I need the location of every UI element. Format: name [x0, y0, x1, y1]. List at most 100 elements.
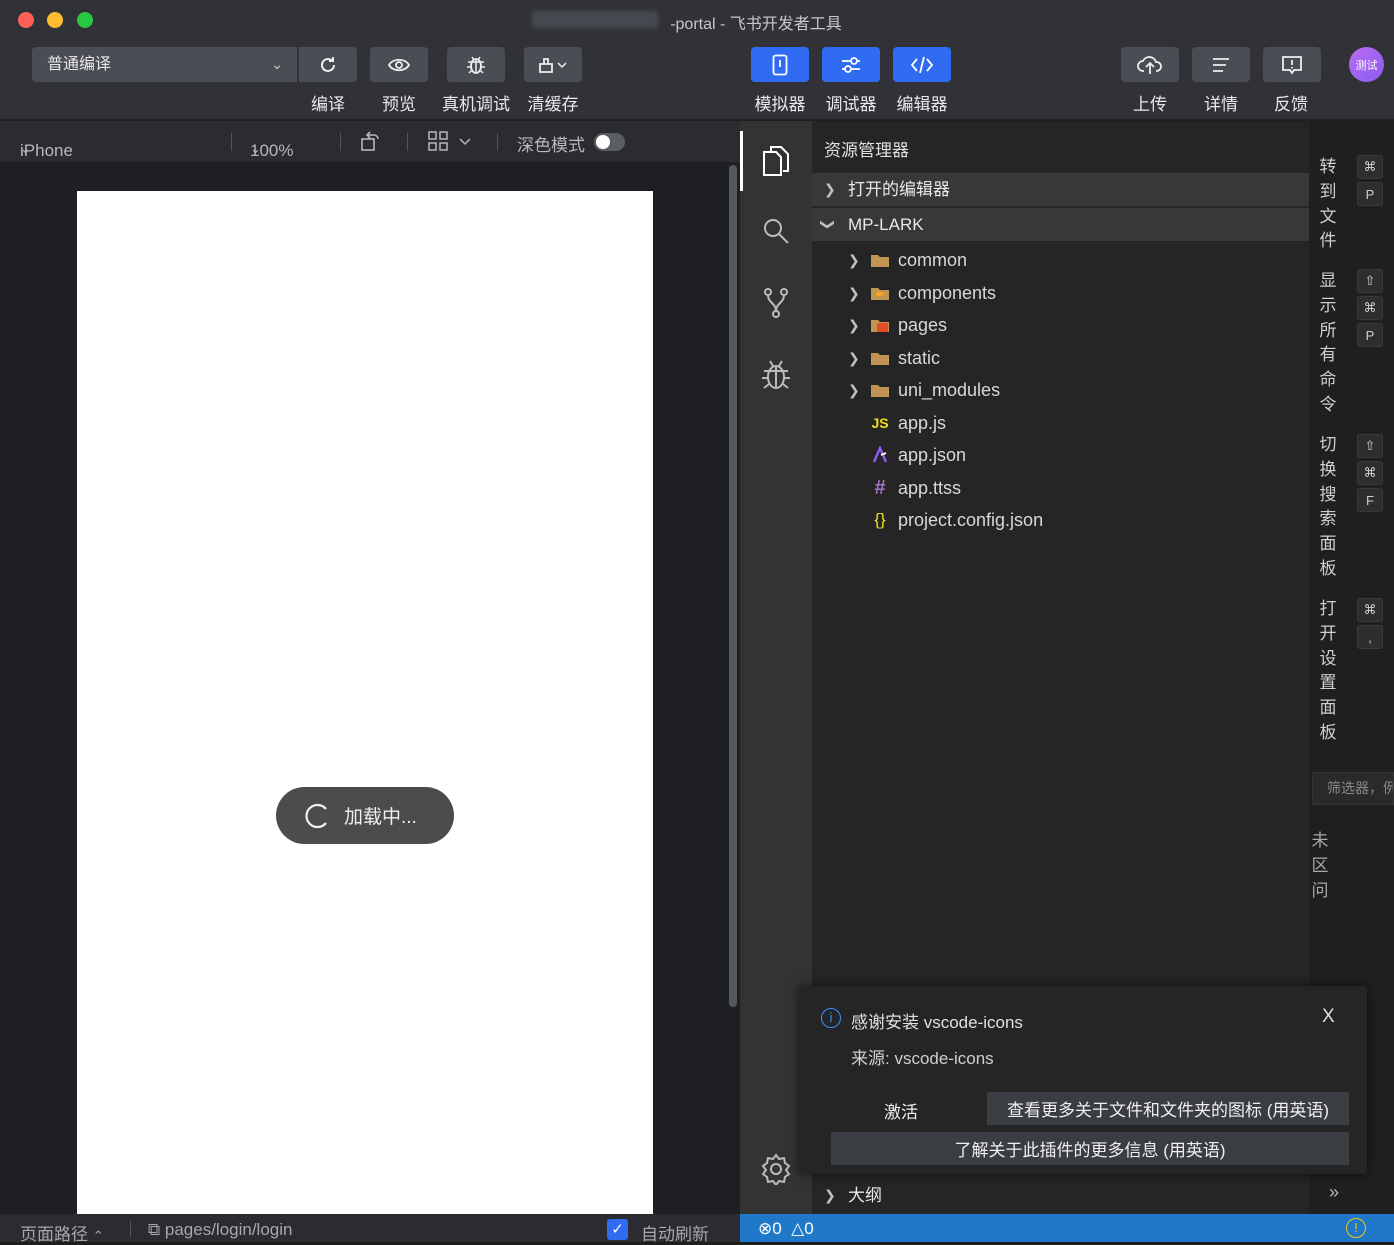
details-button[interactable]	[1192, 47, 1250, 82]
device-debug-button[interactable]	[447, 47, 505, 82]
compile-mode-select[interactable]: 普通编译 ⌄	[32, 47, 297, 82]
goto-file-hint: 转到文件	[1319, 157, 1337, 251]
pages-folder-icon	[870, 316, 890, 334]
notification-source: 来源: vscode-icons	[851, 1049, 994, 1068]
key-cmd: ⌘	[1357, 296, 1383, 320]
device-debug-label: 真机调试	[442, 95, 510, 114]
activate-button[interactable]: 激活	[884, 1098, 918, 1123]
notifications-bell-icon[interactable]: !	[1346, 1218, 1366, 1238]
folder-uni-modules[interactable]: ❯ uni_modules	[812, 374, 1309, 406]
debug-activity[interactable]	[740, 345, 812, 405]
chevron-down-icon: ⌄	[20, 141, 31, 156]
chevron-down-icon: ⌄	[271, 56, 283, 72]
grid-icon[interactable]	[428, 130, 474, 157]
rotate-icon[interactable]	[360, 130, 382, 157]
key-f: F	[1357, 488, 1383, 512]
simulator-scrollbar[interactable]	[729, 165, 737, 1007]
unaccessed-hint: 未区问	[1311, 831, 1329, 900]
file-app-json[interactable]: app.json	[812, 439, 1309, 471]
debugger-toggle-button[interactable]	[822, 47, 880, 82]
file-app-js[interactable]: JS app.js	[812, 407, 1309, 439]
project-section[interactable]: ❯ MP-LARK	[812, 208, 1309, 241]
warning-icon: △	[791, 1219, 805, 1238]
editor-label: 编辑器	[896, 95, 948, 114]
phone-screen[interactable]	[77, 191, 653, 1214]
dark-mode-label: 深色模式	[517, 136, 585, 155]
details-label: 详情	[1204, 95, 1238, 114]
folder-pages[interactable]: ❯ pages	[812, 309, 1309, 341]
json-braces-icon: {}	[874, 510, 886, 529]
notification-message: 感谢安装 vscode-icons	[851, 1013, 1023, 1032]
key-cmd: ⌘	[1357, 461, 1383, 485]
upload-cloud-icon	[1137, 55, 1162, 74]
phone-icon	[772, 54, 788, 75]
key-cmd: ⌘	[1357, 155, 1383, 179]
js-file-icon: JS	[871, 415, 889, 431]
open-editors-section[interactable]: ❯ 打开的编辑器	[812, 173, 1309, 206]
avatar[interactable]: 测试	[1349, 47, 1384, 82]
eye-icon	[388, 58, 410, 71]
feedback-label: 反馈	[1274, 95, 1308, 114]
error-icon: ⊗	[758, 1219, 773, 1238]
key-cmd: ⌘	[1357, 598, 1383, 622]
compile-button[interactable]	[299, 47, 357, 82]
folder-static[interactable]: ❯ static	[812, 342, 1309, 374]
window-title: -portal - 飞书开发者工具	[670, 16, 842, 33]
clear-cache-button[interactable]	[524, 47, 582, 82]
bug-icon	[467, 56, 485, 74]
outline-section[interactable]: ❯ 大纲	[812, 1179, 1309, 1212]
chevron-down-icon: ⌄	[250, 141, 261, 156]
key-shift: ⇧	[1357, 269, 1383, 293]
loading-toast: 加载中...	[276, 787, 454, 844]
spinner-icon	[305, 803, 327, 828]
upload-button[interactable]	[1121, 47, 1179, 82]
auto-refresh-label: 自动刷新	[641, 1225, 709, 1244]
page-path[interactable]: ⧉ pages/login/login	[148, 1220, 292, 1240]
page-path-toggle[interactable]: 页面路径 ⌃	[20, 1220, 104, 1245]
clear-cache-label: 清缓存	[527, 95, 579, 114]
folder-icon	[870, 381, 890, 399]
feedback-button[interactable]	[1263, 47, 1321, 82]
file-app-ttss[interactable]: # app.ttss	[812, 472, 1309, 504]
close-notification-button[interactable]: X	[1322, 1006, 1335, 1028]
problems-indicator[interactable]: ⊗0 △0	[758, 1219, 814, 1239]
title-bar: -portal - 飞书开发者工具	[0, 0, 1394, 40]
copy-icon: ⧉	[148, 1220, 161, 1239]
simulator-toolbar: iPhone 13/13 Pro/14 ⌄ 100% ⌄ 深色模式	[0, 121, 740, 200]
editor-toggle-button[interactable]	[893, 47, 951, 82]
components-folder-icon	[870, 284, 890, 302]
toggle-search-hint: 切换搜索面板	[1319, 435, 1337, 578]
git-branch-icon	[764, 288, 788, 318]
folder-components[interactable]: ❯ components	[812, 277, 1309, 309]
more-icons-button[interactable]: 查看更多关于文件和文件夹的图标 (用英语)	[987, 1092, 1349, 1125]
folder-common[interactable]: ❯ common	[812, 244, 1309, 276]
file-project-config-json[interactable]: {} project.config.json	[812, 504, 1309, 536]
simulator-toggle-button[interactable]	[751, 47, 809, 82]
key-p: P	[1357, 323, 1383, 347]
auto-refresh-checkbox[interactable]: ✓	[607, 1219, 628, 1240]
chevron-double-right-icon[interactable]: »	[1329, 1182, 1339, 1203]
search-icon	[764, 219, 789, 244]
explorer-activity[interactable]	[740, 131, 812, 191]
sliders-icon	[842, 56, 860, 73]
source-control-activity[interactable]	[740, 273, 812, 333]
gear-icon	[761, 1153, 791, 1185]
debugger-label: 调试器	[825, 95, 877, 114]
main-toolbar: 普通编译 ⌄ 编译 预览 真机调试 清缓存 模拟器 调试器 编辑器 上传 详情 …	[0, 40, 1394, 120]
extension-notification: i 感谢安装 vscode-icons X 来源: vscode-icons 激…	[799, 986, 1367, 1174]
preview-label: 预览	[382, 95, 416, 114]
dark-mode-toggle[interactable]	[594, 133, 625, 151]
open-settings-hint: 打开设置面板	[1319, 599, 1337, 742]
info-icon: i	[821, 1008, 841, 1028]
more-info-button[interactable]: 了解关于此插件的更多信息 (用英语)	[831, 1132, 1349, 1165]
hash-file-icon: #	[874, 477, 886, 499]
filter-input[interactable]: 筛选器，例	[1312, 772, 1394, 805]
show-commands-hint: 显示所有命令	[1319, 271, 1337, 414]
compile-label: 编译	[311, 95, 345, 114]
simulator-status-bar: 页面路径 ⌃ ⧉ pages/login/login ✓ 自动刷新	[0, 1214, 740, 1245]
brush-icon	[539, 57, 567, 73]
bug-icon	[762, 360, 790, 389]
search-activity[interactable]	[740, 201, 812, 261]
preview-button[interactable]	[370, 47, 428, 82]
key-shift: ⇧	[1357, 434, 1383, 458]
